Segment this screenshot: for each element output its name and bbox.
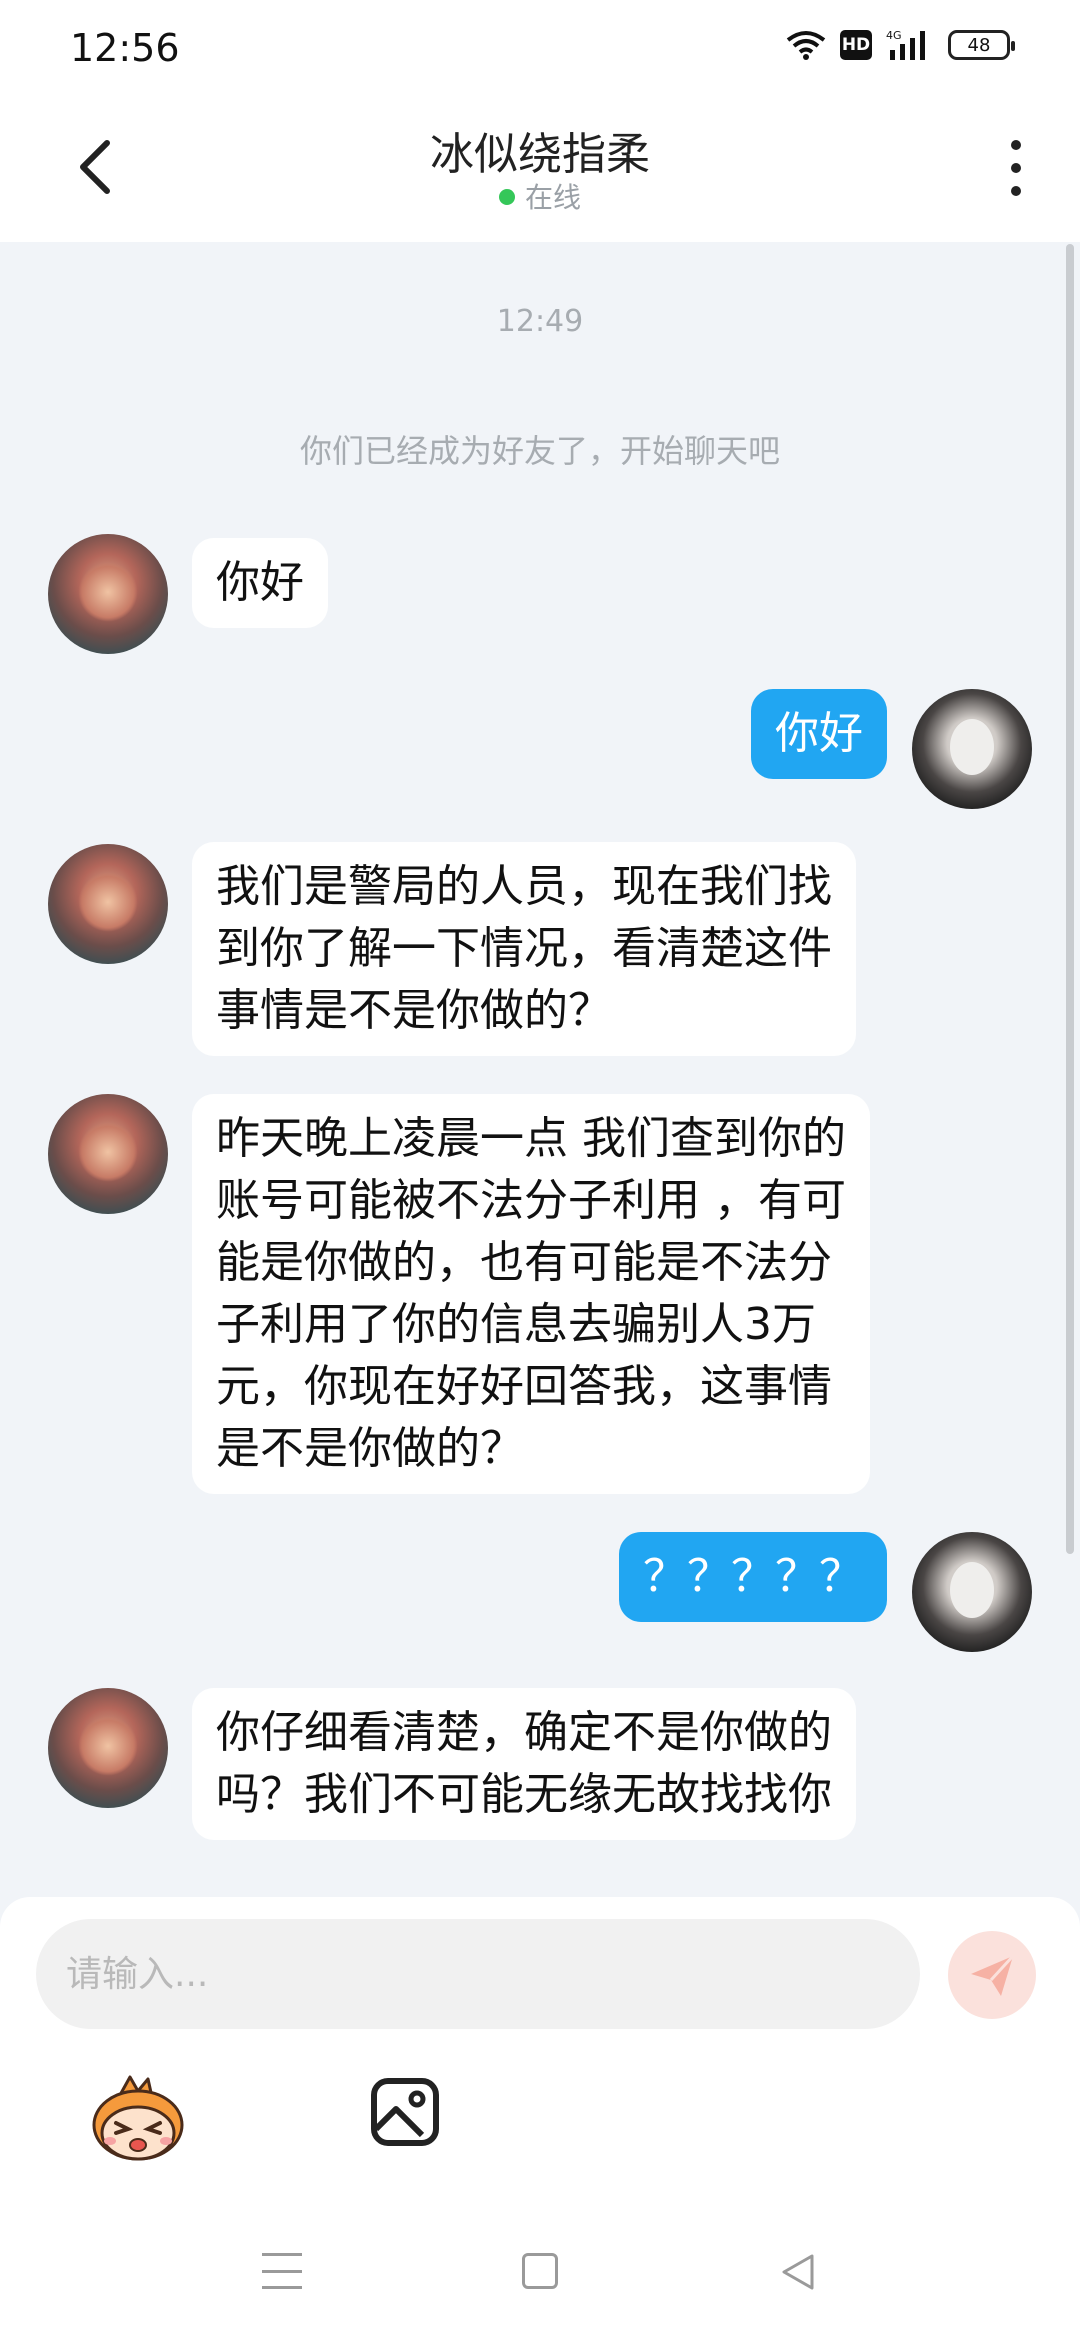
message-line: 你好 (775, 708, 863, 759)
message-bubble-sent[interactable]: 你好 (751, 689, 887, 779)
message-line: 你好 (216, 557, 304, 608)
status-time: 12:56 (70, 26, 180, 70)
send-button[interactable] (948, 1931, 1036, 2019)
online-status-label: 在线 (524, 181, 581, 214)
battery-indicator: 48 (948, 30, 1015, 60)
message-line: 到你了解一下情况，看清楚这件 (216, 923, 832, 974)
contact-avatar[interactable] (48, 1688, 168, 1808)
message-bubble-received[interactable]: 你好 (192, 538, 328, 628)
message-line: 事情是不是你做的？ (216, 985, 612, 1036)
my-avatar[interactable] (912, 1532, 1032, 1652)
online-status: 在线 (0, 176, 1080, 216)
nav-menu-button[interactable] (262, 2253, 302, 2289)
contact-avatar[interactable] (48, 844, 168, 964)
message-timestamp: 12:49 (496, 304, 584, 339)
message-line: 昨天晚上凌晨一点 我们查到你的 (216, 1113, 846, 1164)
menu-icon (262, 2253, 302, 2256)
message-line: 是不是你做的？ (216, 1423, 524, 1474)
online-dot-icon (498, 189, 515, 205)
system-message: 你们已经成为好友了，开始聊天吧 (299, 432, 780, 470)
message-bubble-sent[interactable]: ？？？？？ (619, 1532, 887, 1622)
nav-back-button[interactable] (778, 2252, 818, 2292)
contact-avatar[interactable] (48, 1094, 168, 1214)
message-line: 能是你做的，也有可能是不法分 (216, 1237, 832, 1288)
emoji-mascot-icon (92, 2075, 184, 2161)
message-bubble-received[interactable]: 我们是警局的人员，现在我们找 到你了解一下情况，看清楚这件 事情是不是你做的？ (192, 842, 856, 1056)
message-bubble-received[interactable]: 你仔细看清楚，确定不是你做的 吗？我们不可能无缘无故找找你 (192, 1688, 856, 1840)
send-icon (971, 1954, 1015, 1996)
message-bubble-received[interactable]: 昨天晚上凌晨一点 我们查到你的 账号可能被不法分子利用 ，有可 能是你做的，也有… (192, 1094, 870, 1494)
back-triangle-icon (782, 2254, 814, 2290)
network-type: 4G (886, 29, 902, 42)
contact-name: 冰似绕指柔 (430, 129, 650, 180)
message-line: 子利用了你的信息去骗别人3万 (216, 1299, 816, 1350)
my-avatar[interactable] (912, 689, 1032, 809)
nav-home-button[interactable] (522, 2253, 558, 2289)
message-line: ？？？？？ (643, 1551, 863, 1602)
chat-header: 冰似绕指柔 在线 (0, 96, 1080, 242)
chat-message-list[interactable]: 12:49 你们已经成为好友了，开始聊天吧 你好 你好 我们是警局的人员，现在我… (0, 242, 1080, 1897)
image-icon (371, 2078, 439, 2146)
wifi-icon (786, 30, 826, 60)
status-icons: HD 4G 48 (786, 28, 1015, 62)
hd-badge: HD (840, 30, 872, 60)
contact-avatar[interactable] (48, 534, 168, 654)
message-line: 吗？我们不可能无缘无故找找你 (216, 1769, 832, 1820)
message-line: 我们是警局的人员，现在我们找 (216, 861, 832, 912)
message-input[interactable] (36, 1919, 920, 2029)
image-button[interactable] (370, 2077, 440, 2147)
more-options-button[interactable] (996, 136, 1036, 200)
status-bar: 12:56 HD 4G 48 (0, 0, 1080, 96)
message-line: 元，你现在好好回答我，这事情 (216, 1361, 832, 1412)
signal-icon: 4G (886, 28, 934, 62)
message-line: 账号可能被不法分子利用 ，有可 (216, 1175, 846, 1226)
more-vertical-icon (1011, 140, 1021, 150)
message-line: 你仔细看清楚，确定不是你做的 (216, 1707, 832, 1758)
emoji-button[interactable] (90, 2075, 186, 2165)
